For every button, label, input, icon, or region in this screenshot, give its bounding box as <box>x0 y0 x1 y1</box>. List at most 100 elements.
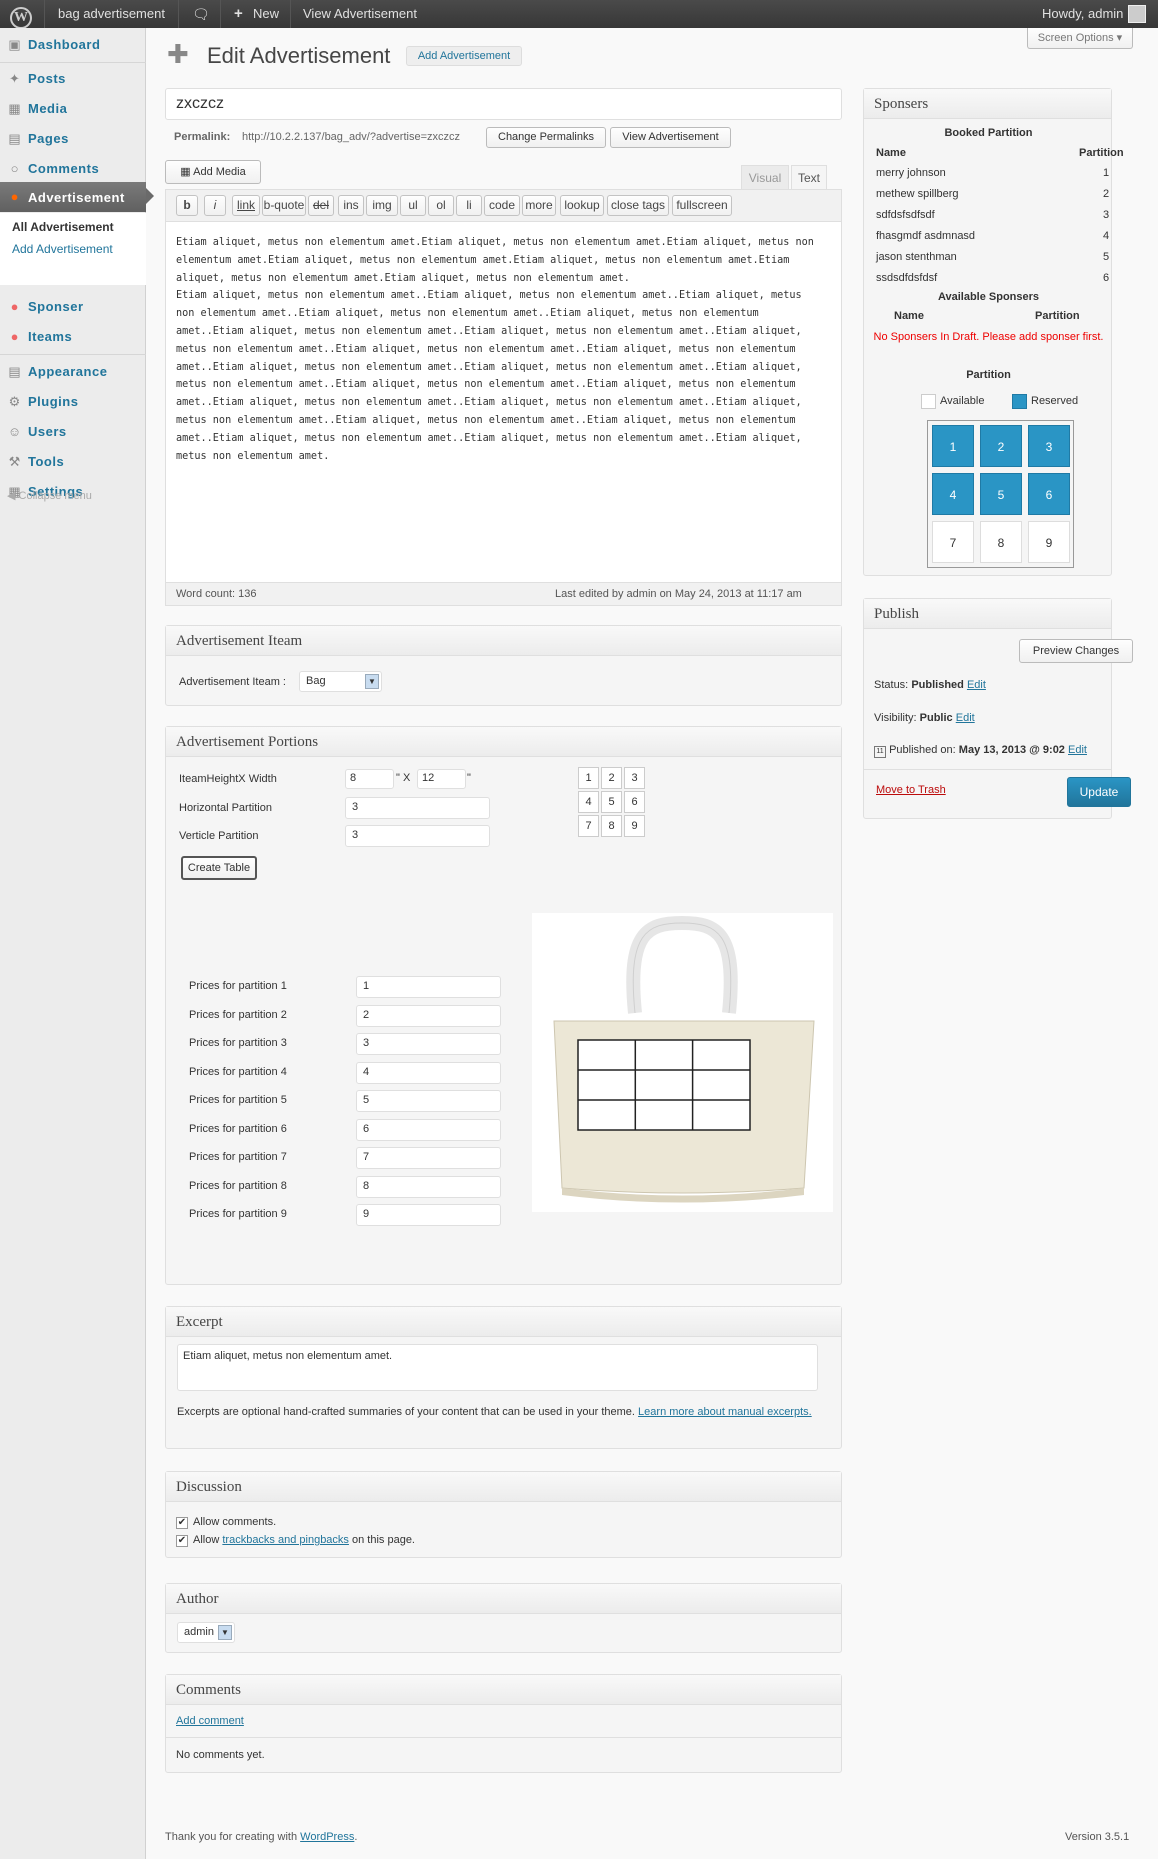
partition-cell-available[interactable]: 7 <box>932 521 974 563</box>
howdy-account-link[interactable]: Howdy, admin <box>1042 0 1123 28</box>
price-input[interactable]: 9 <box>356 1204 501 1226</box>
sidebar-item-media[interactable]: ▦ Media <box>0 94 146 122</box>
view-advertisement-link[interactable]: View Advertisement <box>303 0 417 28</box>
sidebar-item-appearance[interactable]: ▤ Appearance <box>0 357 146 385</box>
quicktag-close-tags-button[interactable]: close tags <box>607 195 669 216</box>
footer-thanks-text: Thank you for creating with <box>165 1831 298 1843</box>
add-media-button[interactable]: ▦ Add Media <box>165 160 261 184</box>
tab-text[interactable]: Text <box>791 165 827 190</box>
quicktag-li-button[interactable]: li <box>456 195 482 216</box>
change-permalinks-button[interactable]: Change Permalinks <box>486 127 606 148</box>
advertisement-portions-box: Advertisement Portions IteamHeightX Widt… <box>165 726 842 1285</box>
quicktag-b-quote-button[interactable]: b-quote <box>262 195 306 216</box>
add-advertisement-button[interactable]: Add Advertisement <box>406 46 522 66</box>
sidebar-item-tools[interactable]: ⚒ Tools <box>0 447 146 475</box>
quicktag-more-button[interactable]: more <box>522 195 556 216</box>
edit-status-link[interactable]: Edit <box>967 679 986 691</box>
quicktag-fullscreen-button[interactable]: fullscreen <box>672 195 732 216</box>
comment-bubble-icon[interactable]: 🗨 <box>192 0 210 28</box>
permalink-url[interactable]: http://10.2.2.137/bag_adv/?advertise=zxc… <box>242 131 460 143</box>
plus-icon[interactable]: + <box>234 0 243 28</box>
quicktag-i-button[interactable]: i <box>204 195 226 216</box>
quicktag-link-button[interactable]: link <box>232 195 260 216</box>
preview-changes-button[interactable]: Preview Changes <box>1019 639 1133 663</box>
sidebar-item-pages[interactable]: ▤ Pages <box>0 124 146 152</box>
sidebar-item-advertisement[interactable]: ● Advertisement <box>0 182 154 212</box>
price-input[interactable]: 8 <box>356 1175 501 1198</box>
horizontal-partition-input[interactable]: 3 <box>345 797 490 819</box>
partition-cell-reserved[interactable]: 1 <box>932 425 974 467</box>
partition-cell-reserved[interactable]: 3 <box>1028 425 1070 467</box>
quicktag-ins-button[interactable]: ins <box>338 195 364 216</box>
create-table-button[interactable]: Create Table <box>181 856 257 880</box>
iteam-select[interactable]: Bag ▼ <box>299 671 382 692</box>
wordpress-logo-icon[interactable]: W <box>10 3 32 29</box>
verticle-partition-input[interactable]: 3 <box>345 825 490 847</box>
price-input[interactable]: 5 <box>356 1090 501 1112</box>
allow-pingbacks-checkbox[interactable]: ✔ <box>176 1535 188 1547</box>
partition-cell-available[interactable]: 9 <box>1028 521 1070 563</box>
page-icon: ▤ <box>8 131 21 146</box>
width-input[interactable]: 12 <box>417 769 466 789</box>
editor-textarea[interactable]: Etiam aliquet, metus non elementum amet.… <box>176 234 821 465</box>
excerpt-help-link[interactable]: Learn more about manual excerpts. <box>638 1406 812 1418</box>
edit-date-link[interactable]: Edit <box>1068 744 1087 756</box>
booked-sponser-name: methew spillberg <box>876 188 959 200</box>
author-select[interactable]: admin ▼ <box>177 1622 235 1643</box>
partition-cell-reserved[interactable]: 5 <box>980 473 1022 515</box>
update-button[interactable]: Update <box>1067 777 1131 807</box>
height-input[interactable]: 8 <box>345 769 394 789</box>
box-title: Sponsers <box>864 89 1111 119</box>
price-input[interactable]: 4 <box>356 1061 501 1084</box>
trackbacks-link[interactable]: trackbacks and pingbacks <box>222 1534 349 1546</box>
quicktag-code-button[interactable]: code <box>484 195 520 216</box>
sidebar-item-posts[interactable]: ✦ Posts <box>0 64 146 92</box>
price-input[interactable]: 7 <box>356 1147 501 1169</box>
separator <box>178 0 179 28</box>
partition-cell-reserved[interactable]: 6 <box>1028 473 1070 515</box>
publish-box: Publish Preview Changes Status: Publishe… <box>863 598 1133 819</box>
price-label: Prices for partition 5 <box>189 1094 287 1106</box>
excerpt-textarea[interactable]: Etiam aliquet, metus non elementum amet. <box>177 1344 818 1391</box>
move-to-trash-link[interactable]: Move to Trash <box>876 784 946 796</box>
partition-cell-reserved[interactable]: 2 <box>980 425 1022 467</box>
sidebar-item-label: Posts <box>28 71 66 86</box>
price-input[interactable]: 2 <box>356 1004 501 1027</box>
wordpress-link[interactable]: WordPress <box>300 1831 354 1843</box>
site-name-link[interactable]: bag advertisement <box>58 0 165 28</box>
add-comment-link[interactable]: Add comment <box>176 1715 244 1727</box>
grid-cell: 1 <box>578 767 599 789</box>
view-advertisement-button[interactable]: View Advertisement <box>610 127 731 148</box>
sidebar-item-dashboard[interactable]: ▣ Dashboard <box>0 30 146 58</box>
sidebar-item-users[interactable]: ☺ Users <box>0 417 146 445</box>
price-label: Prices for partition 4 <box>189 1065 287 1078</box>
submenu-add-advertisement[interactable]: Add Advertisement <box>12 242 113 256</box>
avatar[interactable] <box>1128 5 1146 23</box>
edit-visibility-link[interactable]: Edit <box>956 712 975 724</box>
quicktag-lookup-button[interactable]: lookup <box>560 195 604 216</box>
screen-options-button[interactable]: Screen Options ▾ <box>1027 28 1133 49</box>
price-input[interactable]: 6 <box>356 1118 501 1141</box>
quicktag-ul-button[interactable]: ul <box>400 195 426 216</box>
quicktag-ol-button[interactable]: ol <box>428 195 454 216</box>
separator <box>44 0 45 28</box>
quicktag-img-button[interactable]: img <box>366 195 398 216</box>
allow-comments-checkbox[interactable]: ✔ <box>176 1517 188 1529</box>
box-title: Author <box>166 1584 841 1614</box>
post-title-input[interactable]: zxczcz <box>165 88 842 120</box>
price-input[interactable]: 3 <box>356 1033 501 1055</box>
price-input[interactable]: 1 <box>356 976 501 998</box>
new-link[interactable]: New <box>253 0 279 28</box>
quicktag-del-button[interactable]: del <box>308 195 334 216</box>
sidebar-item-sponser[interactable]: ● Sponser <box>0 292 146 320</box>
quicktag-b-button[interactable]: b <box>176 195 198 216</box>
partition-cell-reserved[interactable]: 4 <box>932 473 974 515</box>
partition-cell-available[interactable]: 8 <box>980 521 1022 563</box>
tab-visual[interactable]: Visual <box>741 165 789 189</box>
collapse-menu-button[interactable]: ◀ Collapse menu <box>7 489 92 502</box>
sidebar-item-plugins[interactable]: ⚙ Plugins <box>0 387 146 415</box>
sidebar-item-iteams[interactable]: ● Iteams <box>0 322 146 350</box>
submenu-all-advertisement[interactable]: All Advertisement <box>12 220 114 234</box>
sidebar-item-label: Users <box>28 424 67 439</box>
sidebar-item-comments[interactable]: ○ Comments <box>0 154 146 182</box>
